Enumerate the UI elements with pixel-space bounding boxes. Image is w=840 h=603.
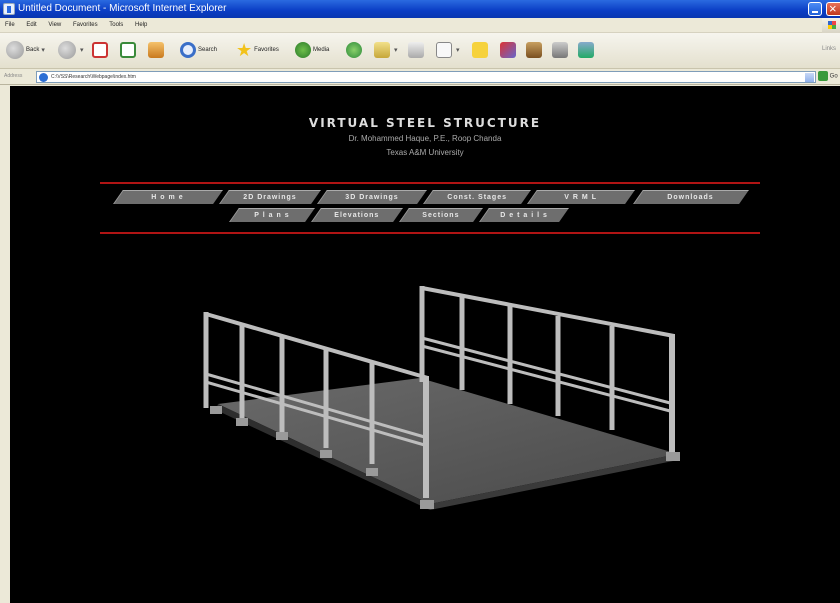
history-icon: [346, 42, 362, 58]
address-bar: Address C:\VSS\Research\Webpage\index.ht…: [0, 69, 840, 85]
menu-help[interactable]: Help: [130, 18, 152, 33]
home-button[interactable]: [148, 40, 166, 60]
address-url[interactable]: C:\VSS\Research\Webpage\index.htm: [51, 74, 136, 80]
research-icon: [526, 42, 542, 58]
window-left-border: [0, 86, 10, 603]
menu-file[interactable]: File: [0, 18, 20, 33]
home-icon: [148, 42, 164, 58]
stop-icon: [92, 42, 108, 58]
menu-bar: File Edit View Favorites Tools Help: [0, 18, 840, 33]
windows-logo-icon: [822, 18, 840, 33]
search-button[interactable]: Search: [180, 40, 217, 60]
refresh-icon: [120, 42, 136, 58]
mail-icon: [374, 42, 390, 58]
tools-icon: [552, 42, 568, 58]
dropdown-arrow-icon: ▾: [394, 47, 398, 54]
messenger-button[interactable]: [500, 40, 518, 60]
go-button[interactable]: Go: [818, 71, 840, 83]
address-input[interactable]: C:\VSS\Research\Webpage\index.htm: [36, 71, 816, 83]
menu-favorites[interactable]: Favorites: [68, 18, 103, 33]
media-button[interactable]: Media: [295, 40, 329, 60]
address-label: Address: [4, 73, 23, 79]
discuss-button[interactable]: [472, 40, 490, 60]
print-icon: [408, 42, 424, 58]
window-title: Untitled Document - Microsoft Internet E…: [18, 3, 227, 14]
search-icon: [180, 42, 196, 58]
standard-toolbar: Back ▾ ▾ Search ★ Favorites Media ▾ ▾ Li…: [0, 33, 840, 69]
favorites-label: Favorites: [254, 47, 279, 53]
window-titlebar: Untitled Document - Microsoft Internet E…: [0, 0, 840, 18]
go-label: Go: [829, 73, 838, 80]
discuss-icon: [472, 42, 488, 58]
minimize-button[interactable]: [808, 2, 822, 16]
stop-button[interactable]: [92, 40, 110, 60]
research-button[interactable]: [526, 40, 544, 60]
media-icon: [295, 42, 311, 58]
search-label: Search: [198, 47, 218, 53]
favorites-button[interactable]: ★ Favorites: [236, 40, 279, 60]
address-dropdown-icon[interactable]: [805, 73, 814, 82]
back-button[interactable]: Back ▾: [6, 40, 45, 60]
ie-app-icon: [3, 3, 15, 15]
menu-edit[interactable]: Edit: [21, 18, 41, 33]
steel-structure-3d-render: [203, 286, 680, 510]
dropdown-arrow-icon: ▾: [80, 47, 84, 54]
messenger-icon: [500, 42, 516, 58]
edit-page-icon: [436, 42, 452, 58]
edit-button[interactable]: ▾: [436, 40, 460, 60]
history-button[interactable]: [346, 40, 364, 60]
close-button[interactable]: [826, 0, 840, 18]
menu-view[interactable]: View: [43, 18, 66, 33]
go-arrow-icon: [818, 71, 828, 81]
back-label: Back: [26, 47, 40, 53]
links-label[interactable]: Links: [822, 46, 836, 52]
media-label: Media: [313, 47, 330, 53]
favorites-star-icon: ★: [236, 39, 253, 60]
extension-button[interactable]: [578, 40, 596, 60]
tools-button[interactable]: [552, 40, 570, 60]
forward-arrow-icon: [58, 41, 76, 59]
forward-button[interactable]: ▾: [58, 40, 84, 60]
page-viewport[interactable]: VIRTUAL STEEL STRUCTURE Dr. Mohammed Haq…: [10, 86, 840, 603]
print-button[interactable]: [408, 40, 426, 60]
refresh-button[interactable]: [120, 40, 138, 60]
dropdown-arrow-icon: ▾: [41, 47, 45, 54]
dropdown-arrow-icon: ▾: [456, 47, 460, 54]
back-arrow-icon: [6, 41, 24, 59]
menu-tools[interactable]: Tools: [104, 18, 128, 33]
page-icon: [39, 73, 48, 82]
extension-icon: [578, 42, 594, 58]
mail-button[interactable]: ▾: [374, 40, 398, 60]
